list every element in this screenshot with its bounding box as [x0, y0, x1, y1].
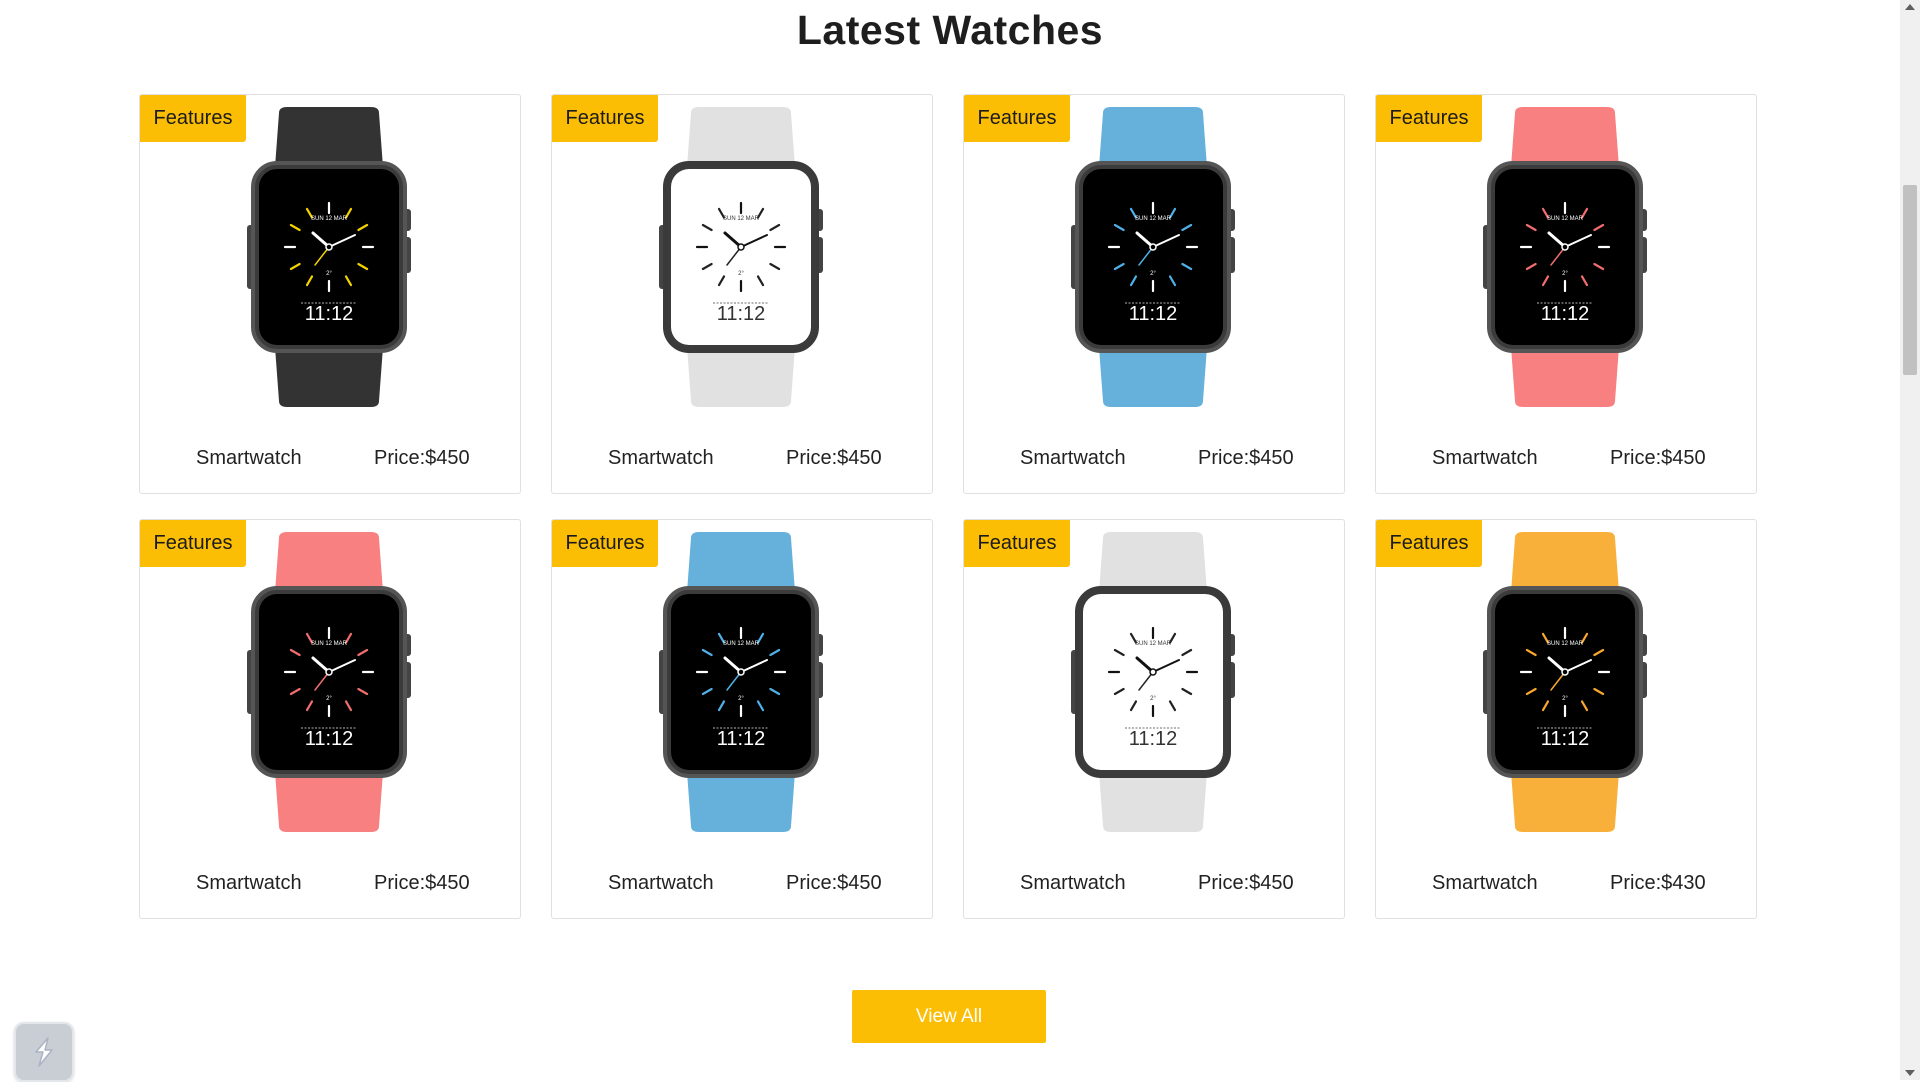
features-badge: Features	[140, 95, 246, 142]
svg-text:11:12: 11:12	[1541, 303, 1590, 325]
watch-image[interactable]: SUN 12 MAR 2° 11:12	[1067, 107, 1239, 407]
watch-image[interactable]: SUN 12 MAR 2° 11:12	[1479, 532, 1651, 832]
product-price: Price:$450	[1198, 447, 1294, 469]
features-badge: Features	[964, 520, 1070, 567]
svg-text:11:12: 11:12	[1541, 728, 1590, 750]
product-card[interactable]: Features SUN 12 MAR 2° 11:12 Smartwatch …	[139, 94, 521, 494]
product-name: Smartwatch	[608, 447, 714, 469]
features-badge: Features	[552, 520, 658, 567]
scroll-down-icon[interactable]	[1905, 1070, 1915, 1076]
svg-text:11:12: 11:12	[305, 303, 354, 325]
svg-text:SUN 12 MAR: SUN 12 MAR	[1547, 641, 1584, 647]
product-name: Smartwatch	[196, 447, 302, 469]
product-name: Smartwatch	[196, 872, 302, 894]
product-name: Smartwatch	[1020, 872, 1126, 894]
svg-text:11:12: 11:12	[717, 303, 766, 325]
watch-image[interactable]: SUN 12 MAR 2° 11:12	[1067, 532, 1239, 832]
product-name: Smartwatch	[1020, 447, 1126, 469]
page-scrollbar[interactable]	[1900, 0, 1920, 1080]
watch-image[interactable]: SUN 12 MAR 2° 11:12	[655, 107, 827, 407]
svg-text:2°: 2°	[1562, 696, 1568, 702]
product-name: Smartwatch	[1432, 872, 1538, 894]
app-logo-icon	[35, 1037, 53, 1067]
svg-text:2°: 2°	[738, 696, 744, 702]
product-price: Price:$450	[786, 872, 882, 894]
svg-text:2°: 2°	[326, 271, 332, 277]
svg-text:2°: 2°	[326, 696, 332, 702]
product-price: Price:$430	[1610, 872, 1706, 894]
product-price: Price:$450	[374, 447, 470, 469]
svg-text:SUN 12 MAR: SUN 12 MAR	[723, 216, 760, 222]
product-card[interactable]: Features SUN 12 MAR 2° 11:12 Smartwatch …	[1375, 94, 1757, 494]
features-badge: Features	[964, 95, 1070, 142]
product-card[interactable]: Features SUN 12 MAR 2° 11:12 Smartwatch …	[551, 519, 933, 919]
svg-text:2°: 2°	[1562, 271, 1568, 277]
product-name: Smartwatch	[608, 872, 714, 894]
svg-text:SUN 12 MAR: SUN 12 MAR	[311, 641, 348, 647]
svg-text:2°: 2°	[1150, 271, 1156, 277]
features-badge: Features	[1376, 520, 1482, 567]
svg-text:11:12: 11:12	[1129, 728, 1178, 750]
svg-text:11:12: 11:12	[1129, 303, 1178, 325]
svg-text:SUN 12 MAR: SUN 12 MAR	[723, 641, 760, 647]
svg-text:SUN 12 MAR: SUN 12 MAR	[1135, 641, 1172, 647]
product-price: Price:$450	[1610, 447, 1706, 469]
svg-text:2°: 2°	[738, 271, 744, 277]
features-badge: Features	[1376, 95, 1482, 142]
floating-app-button[interactable]	[14, 1022, 74, 1082]
features-badge: Features	[552, 95, 658, 142]
view-all-button[interactable]: View All	[852, 990, 1046, 1043]
svg-text:SUN 12 MAR: SUN 12 MAR	[1135, 216, 1172, 222]
svg-text:SUN 12 MAR: SUN 12 MAR	[1547, 216, 1584, 222]
watch-image[interactable]: SUN 12 MAR 2° 11:12	[243, 532, 415, 832]
product-card[interactable]: Features SUN 12 MAR 2° 11:12 Smartwatch …	[963, 94, 1345, 494]
svg-text:SUN 12 MAR: SUN 12 MAR	[311, 216, 348, 222]
product-card[interactable]: Features SUN 12 MAR 2° 11:12 Smartwatch …	[1375, 519, 1757, 919]
product-card[interactable]: Features SUN 12 MAR 2° 11:12 Smartwatch …	[139, 519, 521, 919]
product-price: Price:$450	[786, 447, 882, 469]
product-price: Price:$450	[374, 872, 470, 894]
watch-image[interactable]: SUN 12 MAR 2° 11:12	[1479, 107, 1651, 407]
product-card[interactable]: Features SUN 12 MAR 2° 11:12 Smartwatch …	[963, 519, 1345, 919]
svg-text:11:12: 11:12	[717, 728, 766, 750]
watch-image[interactable]: SUN 12 MAR 2° 11:12	[655, 532, 827, 832]
scroll-up-icon[interactable]	[1905, 4, 1915, 10]
product-price: Price:$450	[1198, 872, 1294, 894]
section-title: Latest Watches	[796, 7, 1104, 53]
svg-text:2°: 2°	[1150, 696, 1156, 702]
svg-text:11:12: 11:12	[305, 728, 354, 750]
scroll-thumb[interactable]	[1903, 185, 1917, 375]
product-card[interactable]: Features SUN 12 MAR 2° 11:12 Smartwatch …	[551, 94, 933, 494]
features-badge: Features	[140, 520, 246, 567]
watch-image[interactable]: SUN 12 MAR 2° 11:12	[243, 107, 415, 407]
product-name: Smartwatch	[1432, 447, 1538, 469]
